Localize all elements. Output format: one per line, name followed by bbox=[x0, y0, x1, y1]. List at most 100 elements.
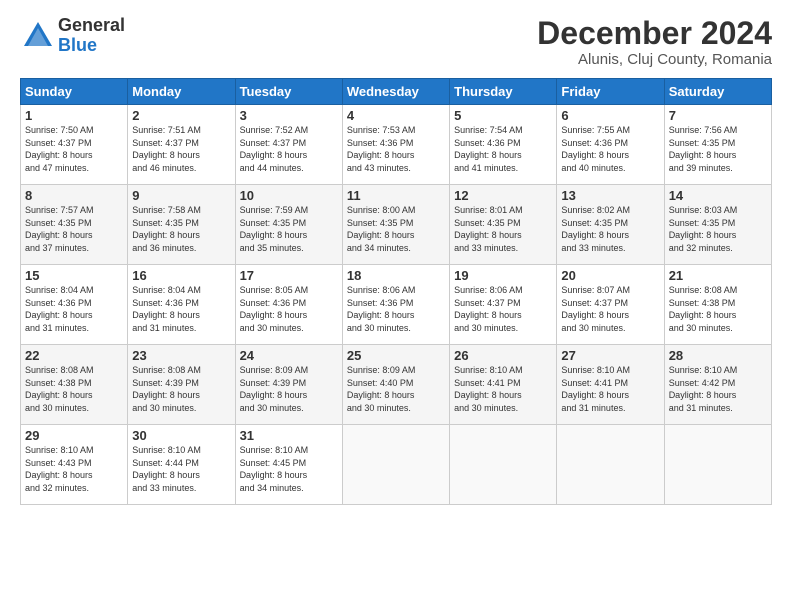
day-number: 30 bbox=[132, 428, 230, 443]
calendar-week-row: 8Sunrise: 7:57 AMSunset: 4:35 PMDaylight… bbox=[21, 185, 772, 265]
calendar-header-tuesday: Tuesday bbox=[235, 79, 342, 105]
day-number: 1 bbox=[25, 108, 123, 123]
calendar-cell: 30Sunrise: 8:10 AMSunset: 4:44 PMDayligh… bbox=[128, 425, 235, 505]
logo-blue: Blue bbox=[58, 36, 125, 56]
calendar-cell: 1Sunrise: 7:50 AMSunset: 4:37 PMDaylight… bbox=[21, 105, 128, 185]
calendar-cell bbox=[664, 425, 771, 505]
calendar-cell: 4Sunrise: 7:53 AMSunset: 4:36 PMDaylight… bbox=[342, 105, 449, 185]
day-number: 21 bbox=[669, 268, 767, 283]
day-info: Sunrise: 7:55 AMSunset: 4:36 PMDaylight:… bbox=[561, 124, 659, 174]
day-info: Sunrise: 8:02 AMSunset: 4:35 PMDaylight:… bbox=[561, 204, 659, 254]
day-number: 22 bbox=[25, 348, 123, 363]
day-info: Sunrise: 8:08 AMSunset: 4:38 PMDaylight:… bbox=[669, 284, 767, 334]
calendar-cell: 13Sunrise: 8:02 AMSunset: 4:35 PMDayligh… bbox=[557, 185, 664, 265]
calendar-cell: 14Sunrise: 8:03 AMSunset: 4:35 PMDayligh… bbox=[664, 185, 771, 265]
day-info: Sunrise: 7:59 AMSunset: 4:35 PMDaylight:… bbox=[240, 204, 338, 254]
day-info: Sunrise: 8:00 AMSunset: 4:35 PMDaylight:… bbox=[347, 204, 445, 254]
day-info: Sunrise: 8:10 AMSunset: 4:43 PMDaylight:… bbox=[25, 444, 123, 494]
day-number: 4 bbox=[347, 108, 445, 123]
day-number: 15 bbox=[25, 268, 123, 283]
day-info: Sunrise: 8:09 AMSunset: 4:39 PMDaylight:… bbox=[240, 364, 338, 414]
calendar-header-wednesday: Wednesday bbox=[342, 79, 449, 105]
day-number: 17 bbox=[240, 268, 338, 283]
day-number: 7 bbox=[669, 108, 767, 123]
logo: General Blue bbox=[20, 16, 125, 56]
day-number: 13 bbox=[561, 188, 659, 203]
day-info: Sunrise: 8:10 AMSunset: 4:44 PMDaylight:… bbox=[132, 444, 230, 494]
calendar-cell: 23Sunrise: 8:08 AMSunset: 4:39 PMDayligh… bbox=[128, 345, 235, 425]
day-info: Sunrise: 8:03 AMSunset: 4:35 PMDaylight:… bbox=[669, 204, 767, 254]
calendar-cell: 21Sunrise: 8:08 AMSunset: 4:38 PMDayligh… bbox=[664, 265, 771, 345]
calendar-header-friday: Friday bbox=[557, 79, 664, 105]
day-number: 26 bbox=[454, 348, 552, 363]
calendar-week-row: 22Sunrise: 8:08 AMSunset: 4:38 PMDayligh… bbox=[21, 345, 772, 425]
calendar-cell: 27Sunrise: 8:10 AMSunset: 4:41 PMDayligh… bbox=[557, 345, 664, 425]
day-number: 20 bbox=[561, 268, 659, 283]
day-number: 11 bbox=[347, 188, 445, 203]
day-info: Sunrise: 7:51 AMSunset: 4:37 PMDaylight:… bbox=[132, 124, 230, 174]
location-title: Alunis, Cluj County, Romania bbox=[537, 51, 772, 68]
logo-text: General Blue bbox=[58, 16, 125, 56]
day-info: Sunrise: 8:07 AMSunset: 4:37 PMDaylight:… bbox=[561, 284, 659, 334]
day-info: Sunrise: 8:06 AMSunset: 4:37 PMDaylight:… bbox=[454, 284, 552, 334]
day-number: 2 bbox=[132, 108, 230, 123]
calendar-cell bbox=[450, 425, 557, 505]
day-number: 28 bbox=[669, 348, 767, 363]
day-info: Sunrise: 7:54 AMSunset: 4:36 PMDaylight:… bbox=[454, 124, 552, 174]
calendar-header-monday: Monday bbox=[128, 79, 235, 105]
calendar-header-sunday: Sunday bbox=[21, 79, 128, 105]
day-info: Sunrise: 7:50 AMSunset: 4:37 PMDaylight:… bbox=[25, 124, 123, 174]
day-info: Sunrise: 8:05 AMSunset: 4:36 PMDaylight:… bbox=[240, 284, 338, 334]
page: General Blue December 2024 Alunis, Cluj … bbox=[0, 0, 792, 612]
calendar-cell: 8Sunrise: 7:57 AMSunset: 4:35 PMDaylight… bbox=[21, 185, 128, 265]
day-info: Sunrise: 8:04 AMSunset: 4:36 PMDaylight:… bbox=[25, 284, 123, 334]
day-number: 10 bbox=[240, 188, 338, 203]
day-info: Sunrise: 7:56 AMSunset: 4:35 PMDaylight:… bbox=[669, 124, 767, 174]
calendar-cell: 20Sunrise: 8:07 AMSunset: 4:37 PMDayligh… bbox=[557, 265, 664, 345]
calendar-cell: 15Sunrise: 8:04 AMSunset: 4:36 PMDayligh… bbox=[21, 265, 128, 345]
calendar-cell: 12Sunrise: 8:01 AMSunset: 4:35 PMDayligh… bbox=[450, 185, 557, 265]
month-title: December 2024 bbox=[537, 16, 772, 51]
day-info: Sunrise: 7:57 AMSunset: 4:35 PMDaylight:… bbox=[25, 204, 123, 254]
calendar-cell: 19Sunrise: 8:06 AMSunset: 4:37 PMDayligh… bbox=[450, 265, 557, 345]
calendar-cell: 10Sunrise: 7:59 AMSunset: 4:35 PMDayligh… bbox=[235, 185, 342, 265]
day-info: Sunrise: 8:09 AMSunset: 4:40 PMDaylight:… bbox=[347, 364, 445, 414]
day-number: 19 bbox=[454, 268, 552, 283]
calendar-week-row: 1Sunrise: 7:50 AMSunset: 4:37 PMDaylight… bbox=[21, 105, 772, 185]
day-number: 27 bbox=[561, 348, 659, 363]
calendar-cell: 28Sunrise: 8:10 AMSunset: 4:42 PMDayligh… bbox=[664, 345, 771, 425]
calendar-cell: 29Sunrise: 8:10 AMSunset: 4:43 PMDayligh… bbox=[21, 425, 128, 505]
logo-icon bbox=[20, 18, 56, 54]
day-number: 24 bbox=[240, 348, 338, 363]
calendar-cell bbox=[342, 425, 449, 505]
calendar-cell bbox=[557, 425, 664, 505]
day-number: 18 bbox=[347, 268, 445, 283]
day-number: 25 bbox=[347, 348, 445, 363]
calendar-cell: 25Sunrise: 8:09 AMSunset: 4:40 PMDayligh… bbox=[342, 345, 449, 425]
calendar-cell: 9Sunrise: 7:58 AMSunset: 4:35 PMDaylight… bbox=[128, 185, 235, 265]
calendar-week-row: 15Sunrise: 8:04 AMSunset: 4:36 PMDayligh… bbox=[21, 265, 772, 345]
day-number: 23 bbox=[132, 348, 230, 363]
calendar-cell: 24Sunrise: 8:09 AMSunset: 4:39 PMDayligh… bbox=[235, 345, 342, 425]
day-number: 3 bbox=[240, 108, 338, 123]
calendar-cell: 2Sunrise: 7:51 AMSunset: 4:37 PMDaylight… bbox=[128, 105, 235, 185]
day-number: 6 bbox=[561, 108, 659, 123]
calendar-cell: 5Sunrise: 7:54 AMSunset: 4:36 PMDaylight… bbox=[450, 105, 557, 185]
day-info: Sunrise: 8:10 AMSunset: 4:41 PMDaylight:… bbox=[454, 364, 552, 414]
calendar-cell: 17Sunrise: 8:05 AMSunset: 4:36 PMDayligh… bbox=[235, 265, 342, 345]
day-info: Sunrise: 8:08 AMSunset: 4:38 PMDaylight:… bbox=[25, 364, 123, 414]
calendar-cell: 6Sunrise: 7:55 AMSunset: 4:36 PMDaylight… bbox=[557, 105, 664, 185]
day-number: 12 bbox=[454, 188, 552, 203]
day-info: Sunrise: 7:52 AMSunset: 4:37 PMDaylight:… bbox=[240, 124, 338, 174]
day-number: 9 bbox=[132, 188, 230, 203]
day-info: Sunrise: 8:08 AMSunset: 4:39 PMDaylight:… bbox=[132, 364, 230, 414]
day-info: Sunrise: 8:04 AMSunset: 4:36 PMDaylight:… bbox=[132, 284, 230, 334]
calendar-header-row: SundayMondayTuesdayWednesdayThursdayFrid… bbox=[21, 79, 772, 105]
header: General Blue December 2024 Alunis, Cluj … bbox=[20, 16, 772, 68]
calendar-cell: 16Sunrise: 8:04 AMSunset: 4:36 PMDayligh… bbox=[128, 265, 235, 345]
calendar-cell: 11Sunrise: 8:00 AMSunset: 4:35 PMDayligh… bbox=[342, 185, 449, 265]
calendar-cell: 18Sunrise: 8:06 AMSunset: 4:36 PMDayligh… bbox=[342, 265, 449, 345]
calendar-table: SundayMondayTuesdayWednesdayThursdayFrid… bbox=[20, 78, 772, 505]
day-info: Sunrise: 8:06 AMSunset: 4:36 PMDaylight:… bbox=[347, 284, 445, 334]
day-number: 14 bbox=[669, 188, 767, 203]
